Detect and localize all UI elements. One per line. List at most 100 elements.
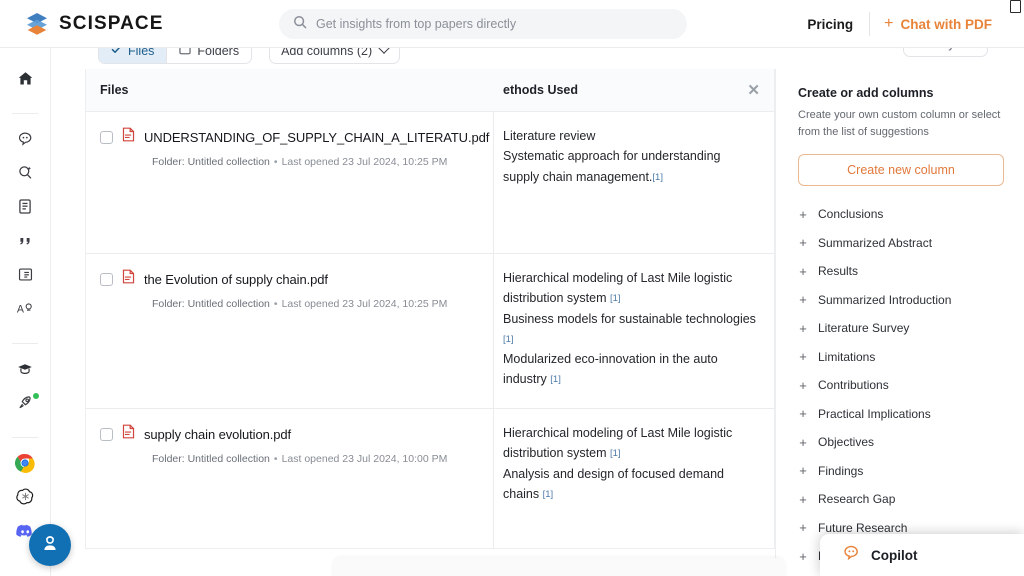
quote-icon (17, 232, 34, 254)
text-a-icon: A (16, 300, 34, 322)
method-line: Business models for sustainable technolo… (503, 309, 760, 350)
sidebar-item-library[interactable] (8, 192, 42, 226)
scispace-app-window: SCISPACE Get insights from top papers di… (0, 0, 1024, 576)
openai-icon (15, 487, 35, 511)
clipped-icon (1010, 0, 1021, 13)
table-header-row: Files ethods Used ✕ (86, 69, 774, 112)
plus-icon: + (799, 491, 807, 507)
suggestion-label: Limitations (818, 349, 876, 364)
add-columns-dropdown[interactable]: Add columns (2) (269, 48, 401, 64)
suggestion-objectives[interactable]: + Objectives (798, 428, 1004, 457)
search-sparkle-icon (17, 164, 34, 186)
suggestion-label: Results (818, 264, 859, 279)
close-icon[interactable]: ✕ (747, 83, 760, 98)
sort-by-label: Sort by: (915, 48, 958, 51)
search-input[interactable]: Get insights from top papers directly (279, 9, 687, 39)
row-checkbox[interactable] (100, 272, 113, 286)
pdf-file-icon (122, 424, 135, 444)
meta-separator: • (273, 156, 278, 168)
rocket-icon (17, 394, 34, 416)
sort-by-dropdown[interactable]: Sort by: (902, 48, 988, 57)
sidebar-item-paraphrase[interactable]: A (8, 294, 42, 328)
files-folders-segmented-control: Files Folders (98, 48, 253, 64)
create-new-column-button[interactable]: Create new column (798, 154, 1004, 186)
method-line: Modularized eco-innovation in the auto i… (503, 349, 760, 390)
method-line: Analysis and design of focused demand ch… (503, 464, 760, 505)
sidebar-item-chrome-extension[interactable] (8, 448, 42, 482)
brand-logo[interactable]: SCISPACE (24, 11, 164, 37)
method-line: Hierarchical modeling of Last Mile logis… (503, 268, 760, 309)
tab-files[interactable]: Files (99, 48, 167, 63)
plus-icon: + (799, 434, 807, 450)
panel-subtitle: Create your own custom column or select … (798, 109, 1001, 138)
citation-ref[interactable]: [1] (652, 172, 663, 183)
sidebar-item-citations[interactable] (8, 226, 42, 260)
content-toolbar: Files Folders Add columns (2) Sort by: (51, 48, 1024, 69)
sidebar-item-upgrade[interactable] (8, 388, 42, 422)
suggestion-research-gap[interactable]: + Research Gap (798, 485, 1004, 514)
method-text: Systematic approach for understanding su… (503, 149, 721, 184)
folder-label: Folder: Untitled collection (152, 453, 270, 465)
file-name[interactable]: the Evolution of supply chain.pdf (144, 272, 328, 287)
table-row[interactable]: the Evolution of supply chain.pdf Folder… (86, 254, 774, 409)
column-header-methods-label: ethods Used (503, 83, 579, 97)
file-name[interactable]: UNDERSTANDING_OF_SUPPLY_CHAIN_A_LITERATU… (144, 130, 489, 145)
suggestion-literature-survey[interactable]: + Literature Survey (798, 314, 1004, 343)
sidebar-item-openai[interactable] (8, 482, 42, 516)
book-icon (17, 198, 33, 220)
suggestion-conclusions[interactable]: + Conclusions (798, 200, 1004, 229)
table-row[interactable]: supply chain evolution.pdf Folder: Untit… (86, 409, 774, 549)
suggestion-label: Contributions (818, 378, 889, 393)
suggestion-label: Future Research (818, 520, 908, 535)
citation-ref[interactable]: [1] (550, 374, 561, 385)
chat-with-pdf-label: Chat with PDF (900, 16, 993, 32)
tab-folders[interactable]: Folders (167, 48, 251, 63)
suggestion-limitations[interactable]: + Limitations (798, 343, 1004, 372)
chevron-down-icon (378, 48, 390, 54)
method-line: Hierarchical modeling of Last Mile logis… (503, 423, 760, 464)
copilot-button[interactable]: Copilot (820, 534, 1024, 576)
suggestion-label: Research Gap (818, 492, 896, 507)
plus-icon: + (799, 235, 807, 251)
search-placeholder: Get insights from top papers directly (316, 17, 517, 31)
citation-ref[interactable]: [1] (610, 448, 621, 459)
suggestion-label: Literature Survey (818, 321, 910, 336)
chat-with-pdf-button[interactable]: + Chat with PDF (870, 16, 1006, 32)
folder-icon (179, 48, 192, 58)
citation-ref[interactable]: [1] (503, 334, 514, 345)
sidebar-item-scholar[interactable] (8, 354, 42, 388)
suggestion-label: Objectives (818, 435, 875, 450)
suggestion-contributions[interactable]: + Contributions (798, 371, 1004, 400)
file-meta: Folder: Untitled collection • Last opened … (152, 453, 481, 465)
home-icon (17, 70, 34, 92)
row-checkbox[interactable] (100, 427, 113, 441)
cell-file: the Evolution of supply chain.pdf Folder… (86, 254, 494, 408)
file-name[interactable]: supply chain evolution.pdf (144, 427, 291, 442)
sidebar-item-chat[interactable] (8, 124, 42, 158)
column-header-methods-used[interactable]: ethods Used ✕ (494, 83, 774, 98)
support-agent-button[interactable] (29, 524, 71, 566)
cell-file: UNDERSTANDING_OF_SUPPLY_CHAIN_A_LITERATU… (86, 112, 494, 253)
suggestion-practical-implications[interactable]: + Practical Implications (798, 400, 1004, 429)
suggestion-label: Findings (818, 463, 864, 478)
header-overflow-clipped[interactable] (1006, 0, 1024, 48)
row-checkbox[interactable] (100, 130, 113, 144)
suggestion-summarized-introduction[interactable]: + Summarized Introduction (798, 286, 1004, 315)
last-opened: Last opened 23 Jul 2024, 10:00 PM (281, 453, 448, 465)
table-row[interactable]: UNDERSTANDING_OF_SUPPLY_CHAIN_A_LITERATU… (86, 112, 774, 254)
column-header-files[interactable]: Files (86, 83, 494, 97)
meta-separator: • (273, 298, 278, 310)
plus-icon: + (799, 320, 807, 336)
sidebar-item-home[interactable] (8, 64, 42, 98)
citation-ref[interactable]: [1] (610, 293, 621, 304)
sidebar-item-outline[interactable] (8, 260, 42, 294)
pricing-link[interactable]: Pricing (791, 17, 869, 32)
citation-ref[interactable]: [1] (543, 489, 554, 500)
plus-icon: + (799, 377, 807, 393)
sidebar-item-search[interactable] (8, 158, 42, 192)
suggestion-label: Practical Implications (818, 406, 931, 421)
suggestion-findings[interactable]: + Findings (798, 457, 1004, 486)
suggestion-summarized-abstract[interactable]: + Summarized Abstract (798, 229, 1004, 258)
pdf-file-icon (122, 127, 135, 147)
suggestion-results[interactable]: + Results (798, 257, 1004, 286)
